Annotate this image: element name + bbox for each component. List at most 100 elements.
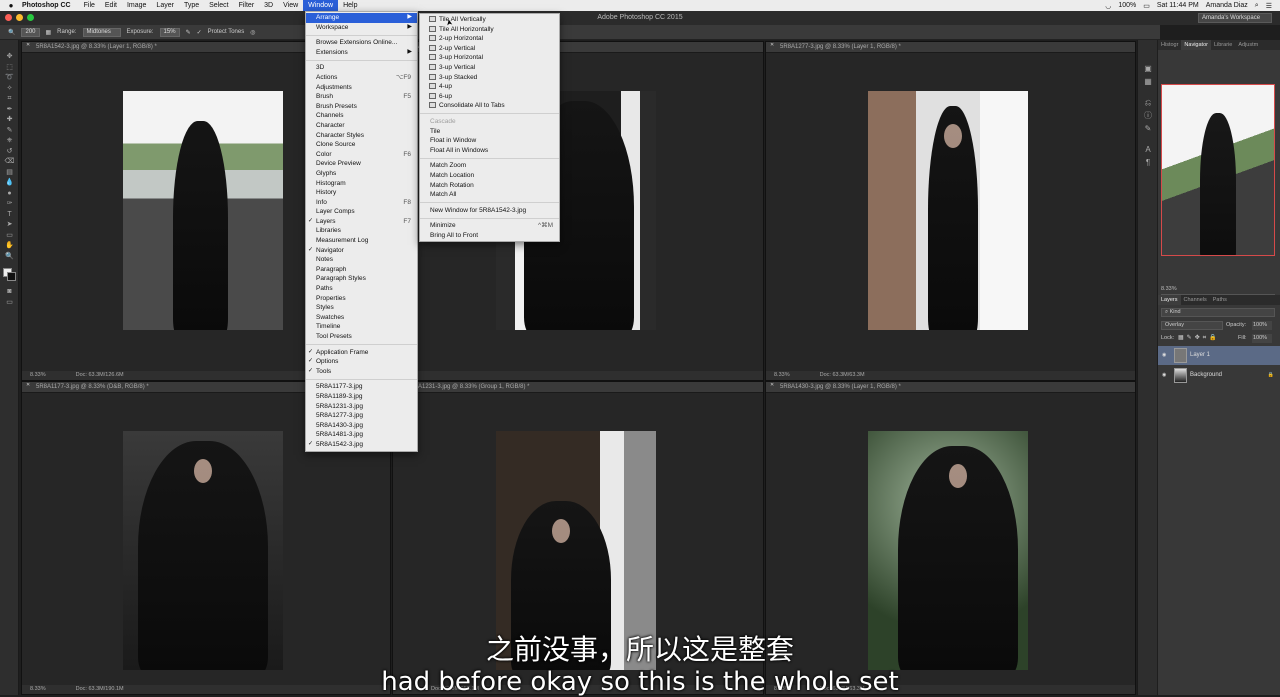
tab-histogr[interactable]: Histogr (1158, 40, 1181, 50)
arrange-item-float-all-in-windows[interactable]: Float All in Windows (420, 146, 559, 156)
navigator-zoom[interactable]: 8.33% (1161, 286, 1177, 292)
lock-icons[interactable]: ▦✎✥⌗🔒 (1178, 334, 1220, 342)
wifi-icon[interactable]: ◡ (1105, 2, 1111, 10)
window-item-5r8a1231-3-jpg[interactable]: 5R8A1231-3.jpg (306, 402, 417, 412)
move-tool-icon[interactable]: ✥ (0, 52, 19, 63)
quick-select-tool-icon[interactable]: ✧ (0, 84, 19, 95)
menu-help[interactable]: Help (338, 0, 362, 11)
tab-librarie[interactable]: Librarie (1211, 40, 1235, 50)
window-item-navigator[interactable]: ✓ Navigator (306, 246, 417, 256)
type-tool-icon[interactable]: T (0, 210, 19, 221)
window-item-channels[interactable]: Channels (306, 111, 417, 121)
menu-view[interactable]: View (278, 0, 303, 11)
user-name[interactable]: Amanda Diaz (1206, 2, 1248, 9)
protect-tones-checkbox[interactable]: ✓ (197, 29, 202, 36)
window-item-swatches[interactable]: Swatches (306, 313, 417, 323)
gradient-tool-icon[interactable]: ▤ (0, 168, 19, 179)
arrange-item-match-location[interactable]: Match Location (420, 171, 559, 181)
arrange-item-3-up-stacked[interactable]: 3-up Stacked (420, 73, 559, 83)
window-item-3d[interactable]: 3D (306, 63, 417, 73)
pen-tool-icon[interactable]: ✑ (0, 199, 19, 210)
window-item-layers[interactable]: ✓ Layers F7 (306, 217, 417, 227)
document-tab[interactable]: 5R8A1231-3.jpg @ 8.33% (Group 1, RGB/8) … (393, 382, 763, 393)
quick-mask-icon[interactable]: ◙ (0, 287, 19, 298)
window-item-properties[interactable]: Properties (306, 294, 417, 304)
window-item-5r8a1189-3-jpg[interactable]: 5R8A1189-3.jpg (306, 392, 417, 402)
layer-name[interactable]: Layer 1 (1190, 346, 1210, 365)
window-item-styles[interactable]: Styles (306, 303, 417, 313)
tab-paths[interactable]: Paths (1210, 295, 1230, 305)
window-item-5r8a1430-3-jpg[interactable]: 5R8A1430-3.jpg (306, 421, 417, 431)
airbrush-icon[interactable]: ✎ (186, 29, 191, 36)
doc-size[interactable]: Doc: 63.3M/63.3M (820, 371, 865, 380)
window-item-timeline[interactable]: Timeline (306, 322, 417, 332)
window-item-5r8a1542-3-jpg[interactable]: ✓ 5R8A1542-3.jpg (306, 440, 417, 450)
window-item-glyphs[interactable]: Glyphs (306, 169, 417, 179)
menu-3d[interactable]: 3D (259, 0, 278, 11)
workspace-switcher[interactable]: Amanda's Workspace (1198, 13, 1272, 23)
window-item-histogram[interactable]: Histogram (306, 179, 417, 189)
opacity-input[interactable]: 100% (1252, 321, 1272, 330)
arrange-item-6-up[interactable]: 6-up (420, 92, 559, 102)
screen-mode-icon[interactable]: ▭ (0, 298, 19, 309)
layer-name[interactable]: Background (1190, 366, 1222, 385)
arrange-item-match-rotation[interactable]: Match Rotation (420, 181, 559, 191)
window-item-measurement-log[interactable]: Measurement Log (306, 236, 417, 246)
window-item-clone-source[interactable]: Clone Source (306, 140, 417, 150)
layer-row[interactable]: ◉ Background 🔒 (1158, 366, 1280, 385)
hand-tool-icon[interactable]: ✋ (0, 241, 19, 252)
pressure-icon[interactable]: ◎ (250, 29, 255, 36)
clone-stamp-tool-icon[interactable]: ⎈ (0, 136, 19, 147)
window-item-arrange[interactable]: Arrange ▶ (306, 13, 417, 23)
arrange-item-3-up-vertical[interactable]: 3-up Vertical (420, 63, 559, 73)
document-tab[interactable]: 5R8A1277-3.jpg @ 8.33% (Layer 1, RGB/8) … (766, 42, 1135, 53)
brush-tool-icon[interactable]: ✎ (0, 126, 19, 137)
character-panel-icon[interactable]: A (1138, 143, 1158, 156)
eye-icon[interactable]: ◉ (1162, 346, 1166, 365)
doc-size[interactable]: Doc: 63.3M/126.6M (76, 371, 124, 380)
tab-navigator[interactable]: Navigator (1181, 40, 1211, 50)
swatches-panel-icon[interactable]: ▦ (1138, 75, 1158, 88)
window-item-workspace[interactable]: Workspace ▶ (306, 23, 417, 33)
menu-select[interactable]: Select (204, 0, 233, 11)
notifications-icon[interactable]: ☰ (1266, 2, 1272, 10)
close-icon[interactable] (5, 14, 12, 21)
window-item-color[interactable]: Color F6 (306, 150, 417, 160)
clock[interactable]: Sat 11:44 PM (1157, 2, 1199, 9)
history-panel-icon[interactable]: ⎌ (1138, 96, 1158, 109)
arrange-item-4-up[interactable]: 4-up (420, 82, 559, 92)
brush-panel-icon[interactable]: ▦ (46, 29, 52, 36)
window-item-character[interactable]: Character (306, 121, 417, 131)
color-panel-icon[interactable]: ▣ (1138, 62, 1158, 75)
info-panel-icon[interactable]: ⓘ (1138, 109, 1158, 122)
healing-tool-icon[interactable]: ✚ (0, 115, 19, 126)
window-item-tool-presets[interactable]: Tool Presets (306, 332, 417, 342)
menu-image[interactable]: Image (122, 0, 151, 11)
window-item-history[interactable]: History (306, 188, 417, 198)
arrange-item-2-up-vertical[interactable]: 2-up Vertical (420, 44, 559, 54)
zoom-level[interactable]: 8.33% (774, 371, 790, 380)
dodge-tool-icon[interactable]: ● (0, 189, 19, 200)
window-item-brush-presets[interactable]: Brush Presets (306, 102, 417, 112)
shape-tool-icon[interactable]: ▭ (0, 231, 19, 242)
close-icon[interactable]: ✕ (26, 42, 30, 48)
window-item-actions[interactable]: Actions ⌥F9 (306, 73, 417, 83)
app-name-menu[interactable]: Photoshop CC (22, 2, 71, 9)
window-item-adjustments[interactable]: Adjustments (306, 83, 417, 93)
arrange-item-minimize[interactable]: Minimize ^⌘M (420, 221, 559, 231)
window-item-device-preview[interactable]: Device Preview (306, 159, 417, 169)
zoom-icon[interactable] (27, 14, 34, 21)
tab-channels[interactable]: Channels (1181, 295, 1210, 305)
window-item-character-styles[interactable]: Character Styles (306, 131, 417, 141)
arrange-item-2-up-horizontal[interactable]: 2-up Horizontal (420, 34, 559, 44)
arrange-item-float-in-window[interactable]: Float in Window (420, 136, 559, 146)
menu-edit[interactable]: Edit (100, 0, 122, 11)
close-icon[interactable]: ✕ (26, 382, 30, 388)
menu-layer[interactable]: Layer (151, 0, 179, 11)
window-item-paragraph-styles[interactable]: Paragraph Styles (306, 274, 417, 284)
arrange-item-consolidate-all-to-tabs[interactable]: Consolidate All to Tabs (420, 101, 559, 111)
path-select-tool-icon[interactable]: ➤ (0, 220, 19, 231)
arrange-item-new-window-for-5r8a1542-3-jpg[interactable]: New Window for 5R8A1542-3.jpg (420, 206, 559, 216)
window-item-5r8a1177-3-jpg[interactable]: 5R8A1177-3.jpg (306, 382, 417, 392)
window-item-layer-comps[interactable]: Layer Comps (306, 207, 417, 217)
